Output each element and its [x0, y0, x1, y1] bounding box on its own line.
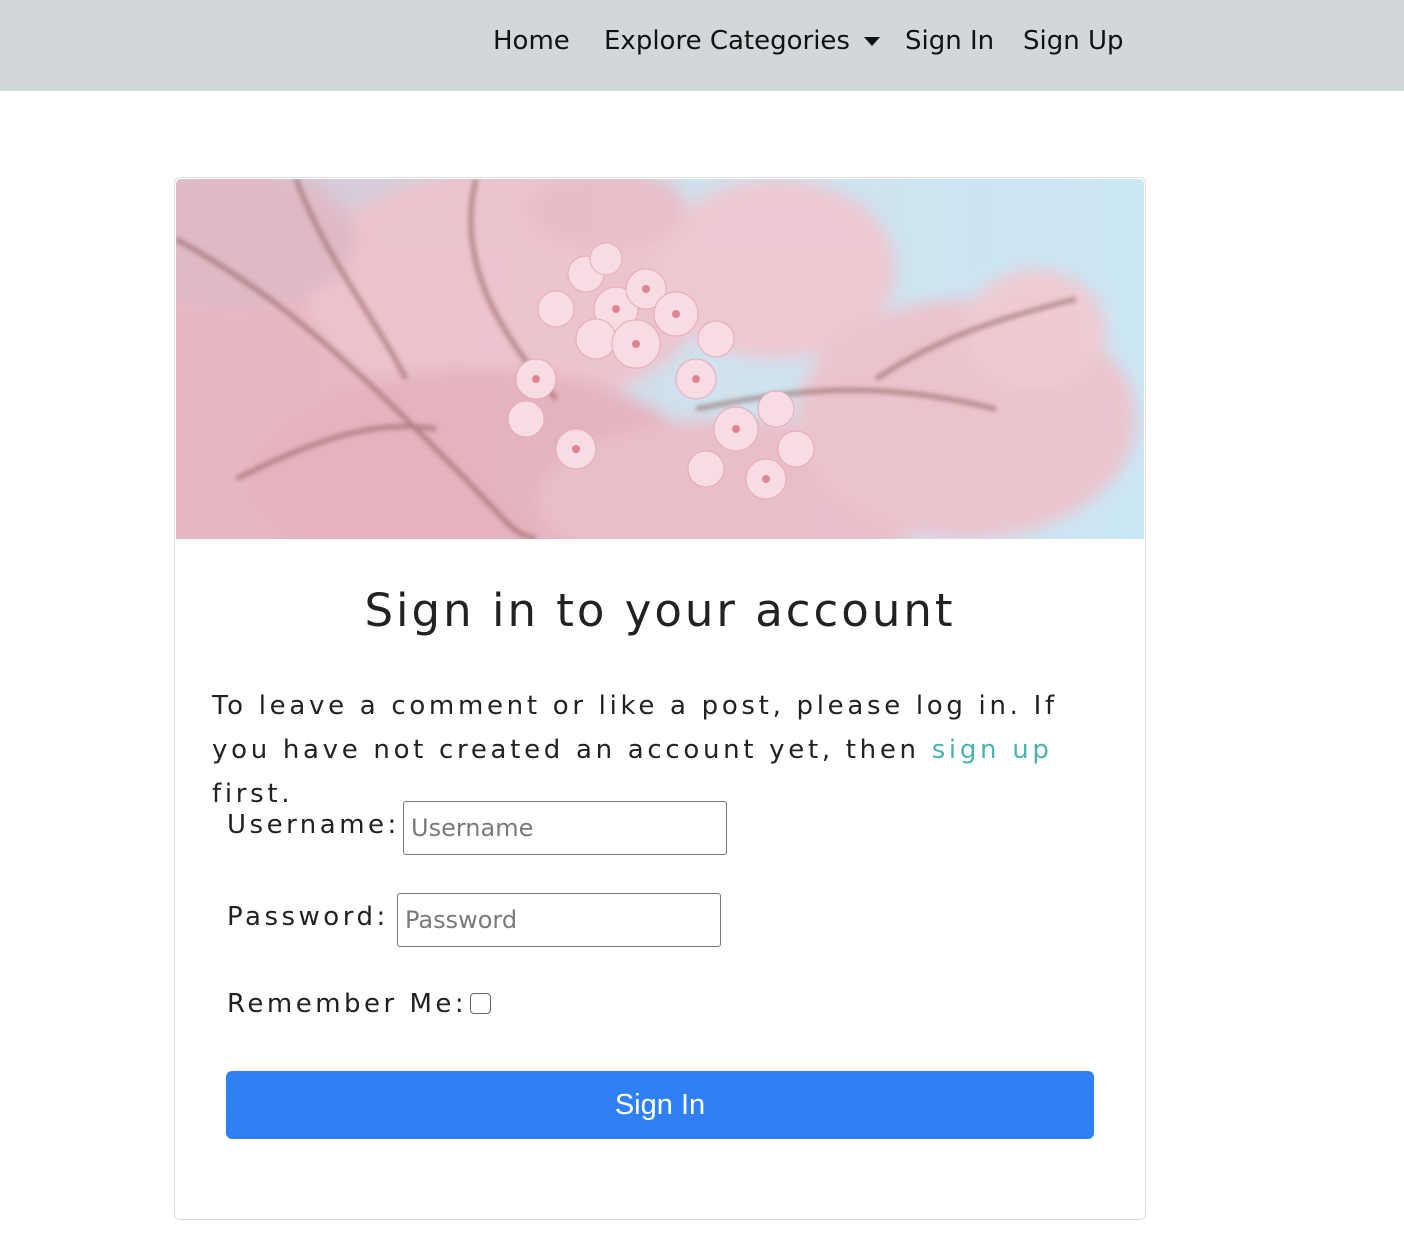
- nav-sign-up-link[interactable]: Sign Up: [1023, 0, 1124, 81]
- remember-me-checkbox[interactable]: [470, 993, 491, 1014]
- navbar: Home Explore Categories Sign In Sign Up: [0, 0, 1404, 91]
- sign-in-button[interactable]: Sign In: [226, 1071, 1094, 1139]
- username-label: Username:: [227, 810, 400, 840]
- page-title: Sign in to your account: [364, 584, 956, 637]
- nav-explore-label: Explore Categories: [604, 25, 850, 56]
- cherry-blossom-image: [176, 179, 1144, 539]
- password-label: Password:: [227, 902, 389, 932]
- caret-down-icon: [863, 37, 880, 46]
- username-input[interactable]: [403, 801, 727, 855]
- nav-sign-in-link[interactable]: Sign In: [905, 0, 994, 81]
- nav-home-label: Home: [493, 25, 570, 56]
- remember-me-label: Remember Me:: [227, 989, 468, 1019]
- sign-in-button-label: Sign In: [614, 1088, 706, 1121]
- nav-explore-categories-dropdown[interactable]: Explore Categories: [604, 0, 880, 81]
- hero-image: [176, 179, 1144, 539]
- password-input[interactable]: [397, 893, 721, 947]
- intro-text-after: first.: [212, 779, 294, 809]
- sign-up-link[interactable]: sign up: [932, 735, 1053, 765]
- intro-text: To leave a comment or like a post, pleas…: [212, 684, 1112, 816]
- nav-home-link[interactable]: Home: [493, 0, 570, 81]
- sign-in-card: Sign in to your account To leave a comme…: [174, 177, 1146, 1220]
- nav-sign-up-label: Sign Up: [1023, 25, 1124, 56]
- nav-sign-in-label: Sign In: [905, 25, 995, 56]
